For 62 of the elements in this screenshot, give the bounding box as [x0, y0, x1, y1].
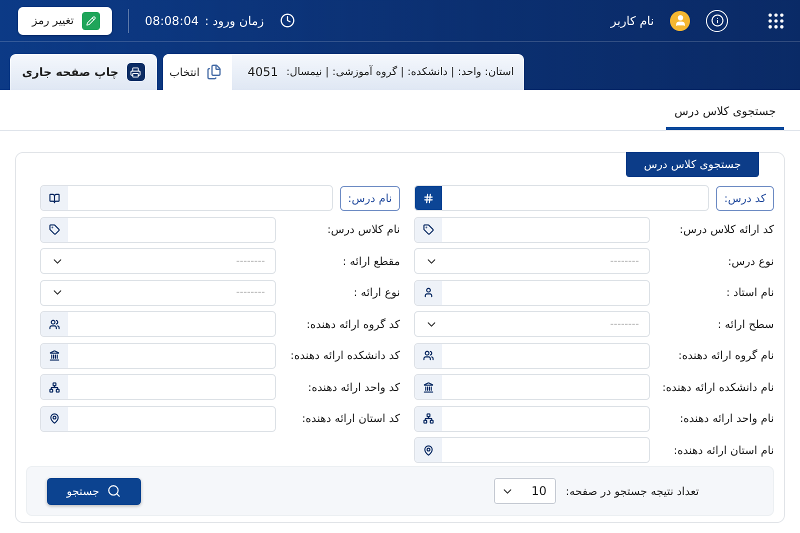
login-time-label: زمان ورود :: [204, 14, 264, 28]
input-field[interactable]: [40, 311, 276, 337]
field-label: نوع درس:: [726, 254, 774, 268]
field-label: نام کلاس درس:: [326, 223, 400, 236]
field-label: کد واحد ارائه دهنده:: [306, 380, 400, 394]
input-field[interactable]: [40, 342, 276, 368]
input-field[interactable]: [414, 342, 650, 368]
field-label: مقطع ارائه :: [342, 254, 400, 268]
page-size-label: تعداد نتیجه جستجو در صفحه:: [566, 484, 699, 498]
field-icon: [415, 344, 442, 368]
field-label: نام واحد ارائه دهنده:: [678, 412, 774, 425]
field-label: نوع ارائه :: [352, 286, 400, 299]
input-field[interactable]: [414, 216, 650, 242]
search-icon: [107, 484, 122, 498]
field-icon: [41, 218, 68, 242]
clock-icon: [280, 13, 295, 28]
field-icon: [415, 280, 442, 304]
field-icon: [41, 406, 68, 430]
input-field[interactable]: [40, 216, 276, 242]
user-name: نام کاربر: [610, 14, 654, 28]
field-label: کد گروه ارائه دهنده:: [305, 318, 400, 330]
field-icon: [415, 406, 442, 430]
card-title: جستجوی کلاس درس: [626, 152, 759, 177]
field-label: کد استان ارائه دهنده:: [300, 412, 400, 425]
field-icon: [41, 344, 68, 368]
field-label: کد ارائه کلاس درس:: [678, 223, 774, 236]
select-button[interactable]: انتخاب: [162, 54, 232, 90]
info-icon[interactable]: [706, 10, 728, 32]
printer-icon: [126, 63, 145, 81]
field-label: سطح ارائه :: [716, 318, 774, 330]
field-label: نام استان ارائه دهنده:: [672, 444, 774, 456]
field-icon: [41, 375, 68, 399]
apps-grid-icon[interactable]: [766, 10, 786, 30]
field-icon: [415, 218, 442, 242]
field-icon: [415, 375, 442, 399]
input-field[interactable]: [40, 406, 276, 432]
page-tab[interactable]: جستجوی کلاس درس: [666, 96, 784, 130]
pencil-icon: [82, 12, 100, 30]
page-size-select[interactable]: 10: [494, 478, 556, 504]
search-button[interactable]: جستجو: [47, 478, 141, 504]
term-value: 4051: [246, 65, 278, 79]
field-label: نام دانشکده ارائه دهنده:: [661, 380, 774, 394]
user-avatar-icon: [670, 10, 690, 30]
print-button[interactable]: چاپ صفحه جاری: [10, 54, 157, 90]
input-field[interactable]: [414, 280, 650, 306]
input-field[interactable]: [414, 437, 650, 463]
login-time: 08:08:04: [144, 14, 199, 28]
input-field[interactable]: [40, 374, 276, 400]
field-icon: [41, 312, 68, 336]
change-password-button[interactable]: تغییر رمز: [18, 6, 112, 34]
input-field[interactable]: [40, 185, 333, 211]
field-label: نام درس:: [340, 186, 400, 210]
input-field[interactable]: [414, 185, 710, 211]
field-label: کد درس:: [716, 186, 774, 210]
input-field[interactable]: [414, 374, 650, 400]
field-label: کد دانشکده ارائه دهنده:: [289, 349, 400, 362]
context-info: استان: واحد: | دانشکده: | گروه آموزشی: | نیمسال:: [285, 66, 515, 78]
field-label: نام استاد :: [725, 286, 774, 299]
documents-icon: [206, 64, 222, 80]
field-icon: [415, 438, 442, 462]
input-field[interactable]: [414, 406, 650, 432]
field-label: نام گروه ارائه دهنده:: [677, 349, 774, 362]
